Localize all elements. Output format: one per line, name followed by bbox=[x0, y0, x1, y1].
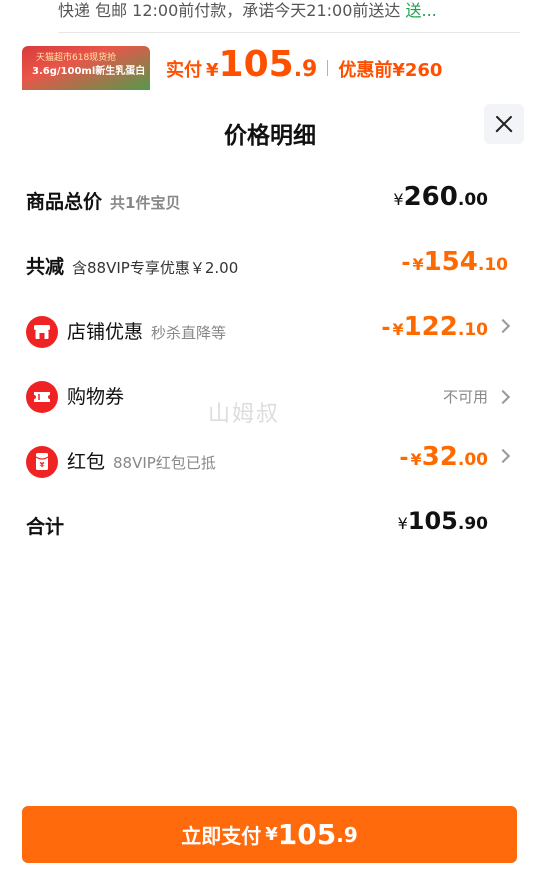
store-discount-amount: - ¥122.10 bbox=[381, 312, 511, 352]
thumb-main-text: 3.6g/100ml新生乳蛋白 bbox=[32, 66, 146, 77]
total-price-sub: 共1件宝贝 bbox=[110, 194, 181, 212]
red-packet-icon: ¥ bbox=[26, 446, 58, 478]
coupon-label: 购物券 bbox=[67, 377, 124, 417]
currency-symbol: ¥ bbox=[392, 320, 404, 339]
divider bbox=[58, 32, 520, 33]
amount-int: 154 bbox=[423, 247, 478, 277]
red-packet-title: 红包 bbox=[67, 451, 106, 473]
coupon-title: 购物券 bbox=[67, 386, 125, 408]
svg-text:¥: ¥ bbox=[40, 461, 45, 469]
reduction-sub: 含88VIP专享优惠￥2.00 bbox=[72, 259, 239, 277]
pay-now-button[interactable]: 立即支付 ¥ 105 .9 bbox=[22, 806, 517, 863]
coupon-unavailable-text: 不可用 bbox=[442, 388, 488, 406]
amount-int: 105 bbox=[407, 507, 458, 535]
row-sum: 合计 ¥105.90 bbox=[26, 507, 508, 547]
minus-sign: - bbox=[399, 446, 409, 471]
amount-dec: .00 bbox=[457, 190, 488, 210]
sum-amount: ¥105.90 bbox=[398, 507, 488, 547]
pay-button-currency: ¥ bbox=[265, 824, 278, 845]
pay-button-label: 立即支付 bbox=[181, 824, 262, 848]
amount-dec: .10 bbox=[457, 320, 488, 340]
minus-sign: - bbox=[401, 251, 411, 276]
pay-button-dec: .9 bbox=[336, 822, 358, 847]
close-button[interactable] bbox=[484, 104, 524, 144]
total-price-label: 商品总价 共1件宝贝 bbox=[26, 182, 180, 222]
amount-int: 32 bbox=[421, 442, 458, 472]
before-amount: ¥260 bbox=[392, 60, 443, 81]
store-discount-label: 店铺优惠 秒杀直降等 bbox=[67, 312, 226, 352]
amount-dec: .10 bbox=[477, 255, 508, 275]
minus-sign: - bbox=[381, 316, 391, 341]
chevron-right-icon bbox=[495, 448, 511, 464]
chevron-right-icon bbox=[495, 318, 511, 334]
amount-int: 260 bbox=[403, 182, 458, 212]
coupon-status: 不可用 bbox=[442, 377, 511, 417]
coupon-icon bbox=[26, 381, 58, 413]
currency-symbol: ¥ bbox=[393, 190, 404, 209]
row-store-discount[interactable]: 店铺优惠 秒杀直降等 - ¥122.10 bbox=[26, 312, 511, 352]
sum-title: 合计 bbox=[26, 516, 65, 538]
paid-currency: ¥ bbox=[206, 60, 219, 81]
amount-dec: .90 bbox=[457, 514, 488, 534]
currency-symbol: ¥ bbox=[412, 255, 424, 274]
total-price-amount: ¥260.00 bbox=[393, 182, 488, 222]
pay-button-int: 105 bbox=[277, 818, 337, 851]
delivery-info: 快递 包邮 12:00前付款，承诺今天21:00前送达 送... bbox=[58, 0, 437, 22]
paid-dec: .9 bbox=[293, 57, 318, 82]
red-packet-amount: - ¥32.00 bbox=[399, 442, 511, 482]
total-price-title: 商品总价 bbox=[26, 191, 103, 213]
delivery-more-link[interactable]: 送... bbox=[406, 1, 437, 20]
row-total-reduction: 共减 含88VIP专享优惠￥2.00 - ¥154.10 bbox=[26, 247, 508, 287]
sum-label: 合计 bbox=[26, 507, 64, 547]
store-discount-title: 店铺优惠 bbox=[67, 321, 144, 343]
row-red-packet[interactable]: ¥ 红包 88VIP红包已抵 - ¥32.00 bbox=[26, 442, 511, 482]
delivery-text: 快递 包邮 12:00前付款，承诺今天21:00前送达 bbox=[58, 1, 401, 20]
red-packet-sub: 88VIP红包已抵 bbox=[113, 454, 216, 472]
watermark: 山姆叔 bbox=[208, 402, 281, 427]
paid-int: 105 bbox=[218, 44, 294, 85]
store-discount-sub: 秒杀直降等 bbox=[151, 324, 227, 342]
price-detail-sheet: 价格明细 商品总价 共1件宝贝 ¥260.00 共减 含88VIP专享优惠￥2.00… bbox=[0, 90, 540, 886]
amount-dec: .00 bbox=[457, 450, 488, 470]
currency-symbol: ¥ bbox=[410, 450, 422, 469]
paid-price: 实付 ¥ 105 .9 优惠前 ¥260 bbox=[166, 44, 442, 88]
amount-int: 122 bbox=[403, 312, 458, 342]
store-icon bbox=[26, 316, 58, 348]
paid-label: 实付 bbox=[166, 60, 202, 81]
currency-symbol: ¥ bbox=[397, 514, 408, 533]
reduction-title: 共减 bbox=[26, 256, 65, 278]
before-label: 优惠前 bbox=[338, 60, 393, 81]
reduction-label: 共减 含88VIP专享优惠￥2.00 bbox=[26, 247, 238, 287]
row-total-price: 商品总价 共1件宝贝 ¥260.00 bbox=[26, 182, 508, 222]
sheet-title: 价格明细 bbox=[224, 123, 316, 149]
price-separator bbox=[327, 60, 329, 76]
reduction-amount: - ¥154.10 bbox=[401, 247, 508, 287]
chevron-right-icon bbox=[495, 389, 511, 405]
red-packet-label: 红包 88VIP红包已抵 bbox=[67, 442, 216, 482]
